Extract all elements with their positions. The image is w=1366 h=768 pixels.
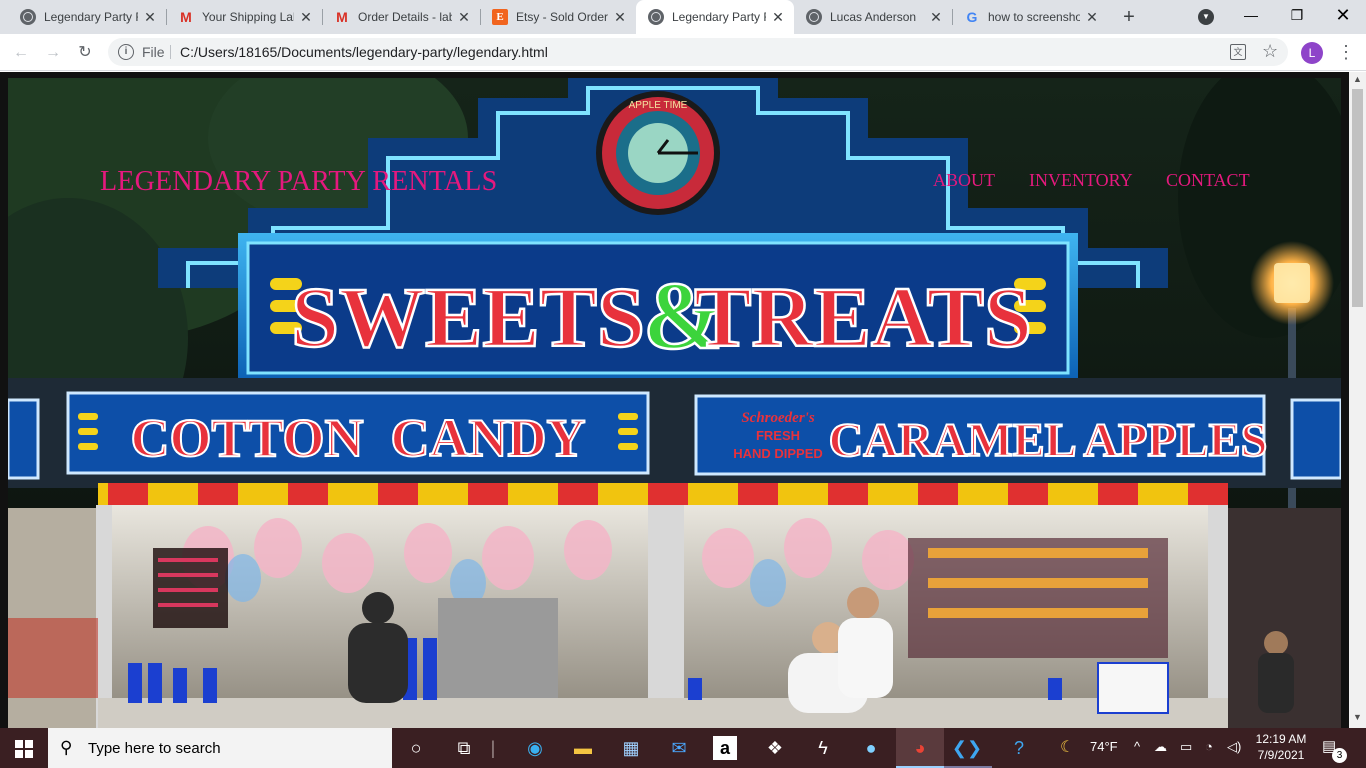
tab-title: Etsy - Sold Orders [516,10,608,24]
browser-toolbar: ← → ↻ i File C:/Users/18165/Documents/le… [0,34,1366,71]
profile-avatar[interactable]: L [1301,42,1323,64]
nav-inventory[interactable]: INVENTORY [1029,170,1133,191]
edge-icon[interactable]: ◉ [521,734,549,762]
windows-logo-icon [15,740,23,748]
network-cloud-icon[interactable]: ☁ [1154,739,1167,755]
new-tab-button[interactable]: + [1118,6,1140,28]
sign-sweets: SWEETS [291,269,645,365]
gmail-icon: M [336,9,348,25]
page-scrollbar[interactable]: ▲ ▼ [1349,72,1366,728]
chrome-icon[interactable]: ◕ [906,734,934,762]
globe-icon [648,9,664,25]
scroll-down-arrow-icon[interactable]: ▼ [1353,712,1362,722]
dropbox-icon[interactable]: ❖ [761,734,789,762]
globe-icon [806,9,822,25]
scrollbar-thumb[interactable] [1352,89,1363,307]
store-icon[interactable]: ▦ [617,734,645,762]
search-icon: ⚲ [60,738,73,757]
address-bar[interactable]: i File C:/Users/18165/Documents/legendar… [108,38,1288,66]
close-icon[interactable]: ✕ [770,9,786,26]
tab-title: how to screenshot [988,10,1080,24]
close-icon[interactable]: ✕ [142,9,158,26]
app-lightning-icon[interactable]: ϟ [809,734,837,762]
tray-chevron-icon[interactable]: ^ [1134,739,1140,754]
sign-script-2: FRESH [756,428,800,443]
mail-icon[interactable]: ✉ [665,734,693,762]
windows-logo-icon [25,750,33,758]
hero-banner: APPLE TIME SWEETS & TREATS COTTON CANDY [8,78,1341,728]
close-icon[interactable]: ✕ [456,9,472,26]
close-window-button[interactable]: ✕ [1320,0,1366,30]
file-explorer-icon[interactable]: ▬ [569,734,597,762]
tab-title: Legendary Party Rentals [672,10,766,24]
site-title[interactable]: LEGENDARY PARTY RENTALS [100,166,497,198]
google-icon: G [966,9,978,25]
forward-button[interactable]: → [42,42,64,64]
globe-icon [20,9,36,25]
cortana-icon[interactable]: ○ [402,734,430,762]
volume-icon[interactable]: ◁) [1227,739,1241,755]
sign-script-3: HAND DIPPED [733,446,823,461]
bookmark-star-icon[interactable]: ☆ [1262,41,1278,62]
system-clock[interactable]: 12:19 AM 7/9/2021 [1252,731,1310,763]
sign-script-1: Schroeder's [741,410,815,426]
browser-menu-icon[interactable]: ⋮ [1337,42,1355,64]
tips-bulb-icon[interactable]: ● [857,734,885,762]
weather-moon-icon: ☾ [1060,739,1075,756]
restore-button[interactable]: ❐ [1274,0,1320,30]
windows-logo-icon [15,750,23,758]
gmail-icon: M [180,9,192,25]
reload-button[interactable]: ↻ [74,42,96,64]
tab-etsy[interactable]: E Etsy - Sold Orders ✕ [480,0,636,34]
tab-legendary-1[interactable]: Legendary Party Rentals ✕ [8,0,166,34]
close-icon[interactable]: ✕ [298,9,314,26]
windows-taskbar: ⚲ Type here to search ○ ⧉ | ◉ ▬ ▦ ✉ a ❖ … [0,728,1366,768]
close-icon[interactable]: ✕ [1084,9,1100,26]
etsy-icon: E [492,9,508,25]
start-button[interactable] [0,728,48,768]
omnibox-divider [170,45,171,59]
sign-cotton-candy: COTTON CANDY [130,408,585,468]
tab-title: Lucas Anderson [830,10,917,24]
translate-icon[interactable]: 文 [1230,44,1246,60]
windows-logo-icon [25,740,33,748]
minimize-button[interactable]: — [1228,0,1274,30]
back-button[interactable]: ← [10,42,32,64]
url-text[interactable]: C:/Users/18165/Documents/legendary-party… [180,44,548,60]
battery-icon[interactable]: ▭ [1180,739,1192,755]
scroll-up-arrow-icon[interactable]: ▲ [1353,74,1362,84]
tab-search-icon[interactable]: ▼ [1198,9,1214,25]
notification-badge: 3 [1332,748,1347,763]
tab-lucas-anderson[interactable]: Lucas Anderson ✕ [794,0,952,34]
close-icon[interactable]: ✕ [612,9,628,26]
nav-about[interactable]: ABOUT [933,170,995,191]
tab-strip: Legendary Party Rentals ✕ M Your Shippin… [0,0,1366,34]
tab-title: Order Details - lab [358,10,452,24]
close-icon[interactable]: ✕ [928,9,944,26]
help-icon[interactable]: ? [1005,734,1033,762]
task-view-icon[interactable]: ⧉ [450,734,478,762]
clock-time: 12:19 AM [1255,732,1307,746]
page-viewport: APPLE TIME SWEETS & TREATS COTTON CANDY [0,72,1349,728]
tab-shipping-label[interactable]: M Your Shipping Label ✕ [166,0,322,34]
tab-title: Your Shipping Label [202,10,294,24]
tab-legendary-active[interactable]: Legendary Party Rentals ✕ [636,0,794,34]
taskbar-search-box[interactable]: ⚲ Type here to search [48,728,392,768]
sign-caramel-apples: CARAMEL APPLES [829,414,1268,467]
clock-label: APPLE TIME [629,100,688,111]
sign-treats: TREATS [694,269,1032,365]
tab-google-search[interactable]: G how to screenshot ✕ [952,0,1108,34]
scheme-label: File [142,44,165,60]
weather-temperature[interactable]: 74°F [1090,739,1118,754]
info-icon[interactable]: i [118,44,134,60]
clock-date: 7/9/2021 [1257,748,1305,762]
wifi-icon[interactable]: ◔ [1205,739,1213,754]
amazon-icon[interactable]: a [713,736,737,760]
nav-contact[interactable]: CONTACT [1166,170,1250,191]
taskbar-divider: | [490,737,496,758]
vscode-icon[interactable]: ❮❯ [952,734,982,762]
tab-title: Legendary Party Rentals [44,10,138,24]
tab-order-details[interactable]: M Order Details - lab ✕ [322,0,480,34]
search-placeholder: Type here to search [88,740,221,757]
